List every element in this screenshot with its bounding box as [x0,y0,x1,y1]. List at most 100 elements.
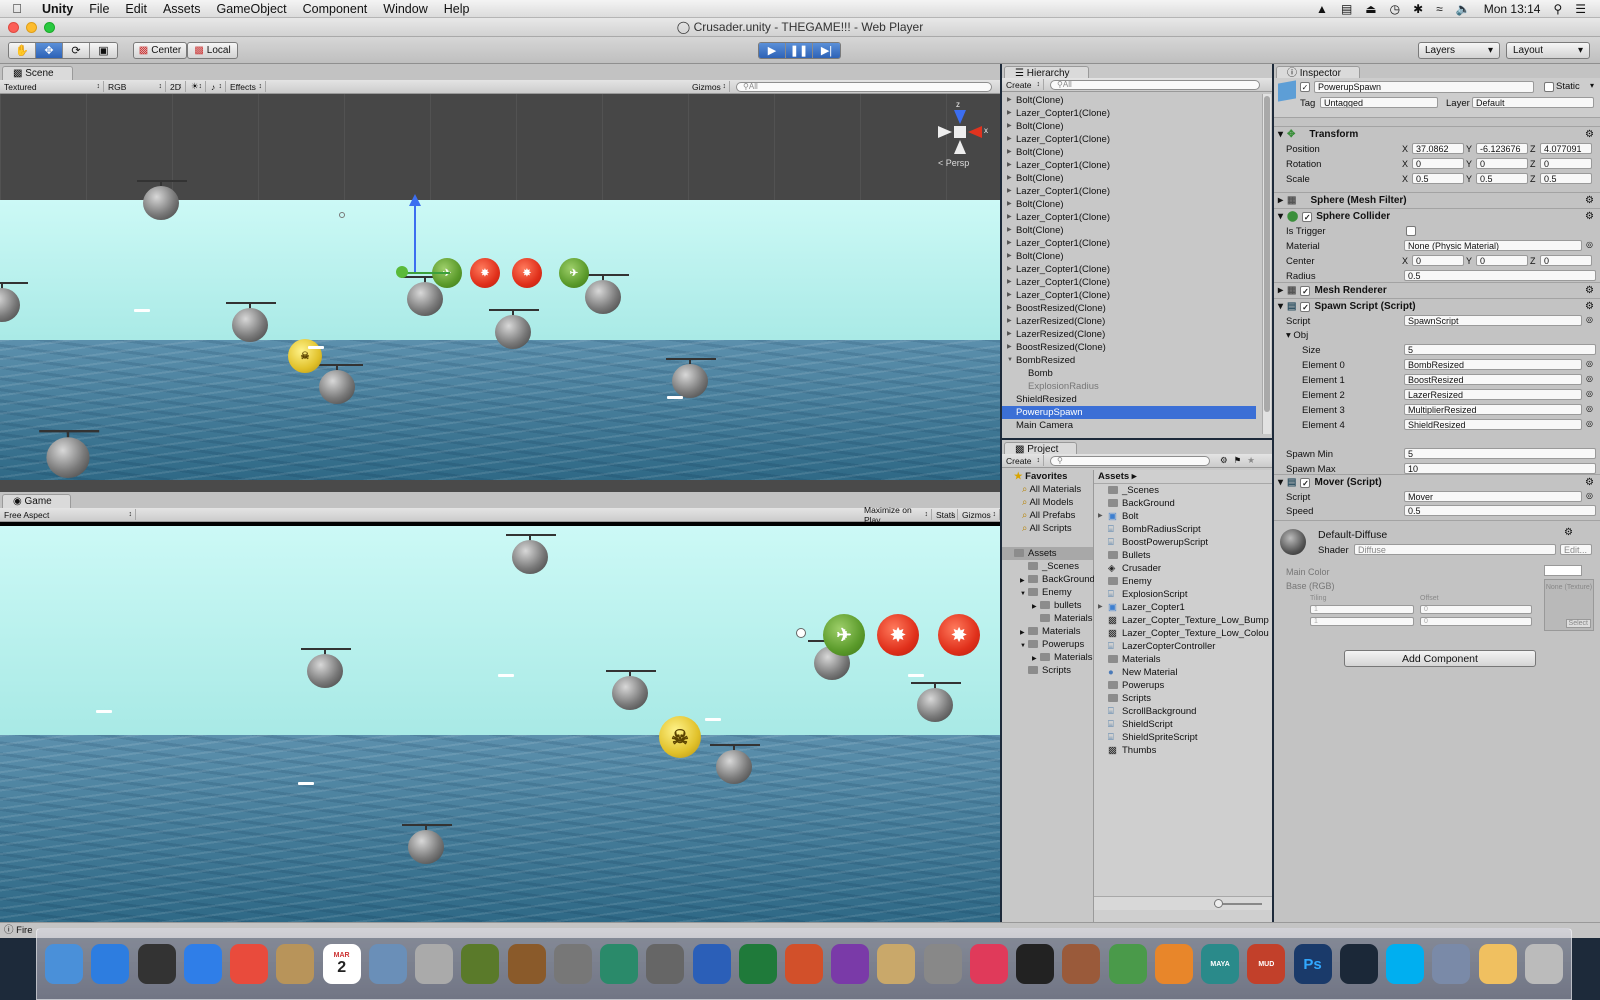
chrome-icon[interactable] [230,944,269,984]
hierarchy-search-input[interactable]: ⚲ All [1050,79,1260,90]
menu-app-name[interactable]: Unity [34,2,81,16]
position-z-field[interactable]: 4.077091 [1540,143,1592,154]
play-icon[interactable]: ▶ [759,43,786,58]
component-settings-icon[interactable]: ⚙ [1585,477,1594,488]
object-picker-icon[interactable]: ◎ [1586,374,1593,383]
excel-icon[interactable] [738,944,777,984]
clipboard-icon[interactable]: ▤ [1341,2,1352,16]
favorite-star-icon[interactable]: ★ [1247,455,1255,466]
hierarchy-item[interactable]: Lazer_Copter1(Clone) [1002,263,1256,276]
time-machine-menu-icon[interactable]: ◷ [1390,2,1400,16]
element-field[interactable]: BoostResized [1404,374,1582,385]
hand-tool-icon[interactable]: ✋ [9,43,36,58]
rotation-x-field[interactable]: 0 [1412,158,1464,169]
position-y-field[interactable]: -6.123676 [1476,143,1528,154]
tree-folder[interactable]: ▼ Powerups [1002,638,1093,651]
hierarchy-item[interactable]: Lazer_Copter1(Clone) [1002,185,1256,198]
hierarchy-item[interactable]: Lazer_Copter1(Clone) [1002,133,1256,146]
powerpoint-icon[interactable] [784,944,823,984]
menu-help[interactable]: Help [436,2,478,16]
apple-icon[interactable]:  [0,1,34,16]
system-preferences-icon[interactable] [646,944,685,984]
obj-foldout[interactable]: ▾ Obj [1286,330,1308,341]
is-trigger-checkbox[interactable] [1406,226,1416,236]
component-settings-icon[interactable]: ⚙ [1585,195,1594,206]
hierarchy-item[interactable]: BombResized [1002,354,1256,367]
time-machine-icon[interactable] [600,944,639,984]
gizmo-neg-z-cone[interactable] [954,140,966,154]
tree-folder[interactable]: Materials [1002,612,1093,625]
render-mode-dropdown[interactable]: RGB [104,81,166,92]
minimize-window-button[interactable] [26,22,37,33]
powerup-bomb[interactable]: ☠ [288,339,322,373]
asset-item[interactable]: ▩ Thumbs [1094,744,1272,757]
asset-item[interactable]: Bullets [1094,549,1272,562]
object-picker-icon[interactable]: ◎ [1586,240,1593,249]
game-gizmos-dropdown[interactable]: Gizmos [958,509,1000,520]
preview-icon[interactable] [368,944,407,984]
mesh-renderer-enabled-checkbox[interactable]: ✓ [1300,285,1311,296]
effects-dropdown[interactable]: Effects [226,81,266,92]
pivot-center-button[interactable]: ▩ Center [133,42,187,59]
hierarchy-item[interactable]: ExplosionRadius [1002,380,1256,393]
hierarchy-item[interactable]: BoostResized(Clone) [1002,341,1256,354]
asset-item[interactable]: ⌸ BoostPowerupScript [1094,536,1272,549]
assets-breadcrumb[interactable]: Assets ▸ [1094,470,1272,484]
eject-icon[interactable]: ⏏ [1365,2,1376,16]
menu-assets[interactable]: Assets [155,2,209,16]
rotation-z-field[interactable]: 0 [1540,158,1592,169]
layers-dropdown[interactable]: Layers ▾ [1418,42,1500,59]
hierarchy-item[interactable]: Lazer_Copter1(Clone) [1002,211,1256,224]
center-y-field[interactable]: 0 [1476,255,1528,266]
scene-orientation-gizmo[interactable]: z x < Persp [930,100,990,172]
layer-dropdown[interactable]: Default [1472,97,1594,108]
move-gizmo-center[interactable] [396,266,408,278]
persp-label[interactable]: < Persp [938,158,969,168]
mover-enabled-checkbox[interactable]: ✓ [1300,477,1311,488]
static-checkbox[interactable] [1544,82,1554,92]
lighting-toggle[interactable]: ☀ [186,81,206,92]
powerup-lazer[interactable]: ✸ [512,258,542,288]
maya-icon[interactable]: MAYA [1201,944,1240,984]
powerup-lazer[interactable]: ✸ [470,258,500,288]
asset-item[interactable]: Scripts [1094,692,1272,705]
element-field[interactable]: MultiplierResized [1404,404,1582,415]
collider-material-field[interactable]: None (Physic Material) [1404,240,1582,251]
object-name-field[interactable]: PowerupSpawn [1314,81,1534,93]
asset-item[interactable]: ⌸ ScrollBackground [1094,705,1272,718]
hierarchy-item[interactable]: LazerResized(Clone) [1002,328,1256,341]
mover-component-header[interactable]: ▾ ▤ ✓ Mover (Script) ⚙ [1274,474,1600,490]
offset-y-field[interactable]: 0 [1420,617,1532,626]
position-x-field[interactable]: 37.0862 [1412,143,1464,154]
element-field[interactable]: BombResized [1404,359,1582,370]
clock[interactable]: Mon 13:14 [1484,2,1541,16]
project-search-input[interactable]: ⚲ [1050,455,1210,466]
move-gizmo-y-axis[interactable] [414,202,416,272]
asset-item[interactable]: ● New Material [1094,666,1272,679]
gizmo-neg-x-cone[interactable] [938,126,952,138]
copter-sprite[interactable] [0,282,28,322]
speed-field[interactable]: 0.5 [1404,505,1596,516]
folder-icon[interactable] [877,944,916,984]
chevron-down-icon[interactable]: ▾ [1590,81,1594,90]
safari-icon[interactable] [183,944,222,984]
image-capture-icon[interactable] [553,944,592,984]
favorites-header[interactable]: ★ Favorites [1002,470,1093,483]
asset-item[interactable]: ⌸ BombRadiusScript [1094,523,1272,536]
scene-viewport[interactable]: ✈ ✸ ✸ ✈ ☠ z x < Persp [0,94,1000,492]
tab-scene[interactable]: ▩ Scene [2,66,73,80]
tag-dropdown[interactable]: Untagged [1320,97,1438,108]
hierarchy-scrollbar[interactable] [1262,94,1271,434]
hierarchy-item[interactable]: Bolt(Clone) [1002,224,1256,237]
asset-item[interactable]: ⌸ LazerCopterController [1094,640,1272,653]
sphere-collider-enabled-checkbox[interactable]: ✓ [1302,211,1313,222]
garageband-icon[interactable] [507,944,546,984]
menu-component[interactable]: Component [295,2,376,16]
center-z-field[interactable]: 0 [1540,255,1592,266]
photoshop-icon[interactable]: Ps [1293,944,1332,984]
app-store-icon[interactable] [91,944,130,984]
scene-gizmos-dropdown[interactable]: Gizmos [688,81,730,92]
pause-icon[interactable]: ❚❚ [786,43,813,58]
filter-label-icon[interactable]: ⚑ [1234,455,1242,466]
copter-sprite[interactable] [579,274,629,314]
